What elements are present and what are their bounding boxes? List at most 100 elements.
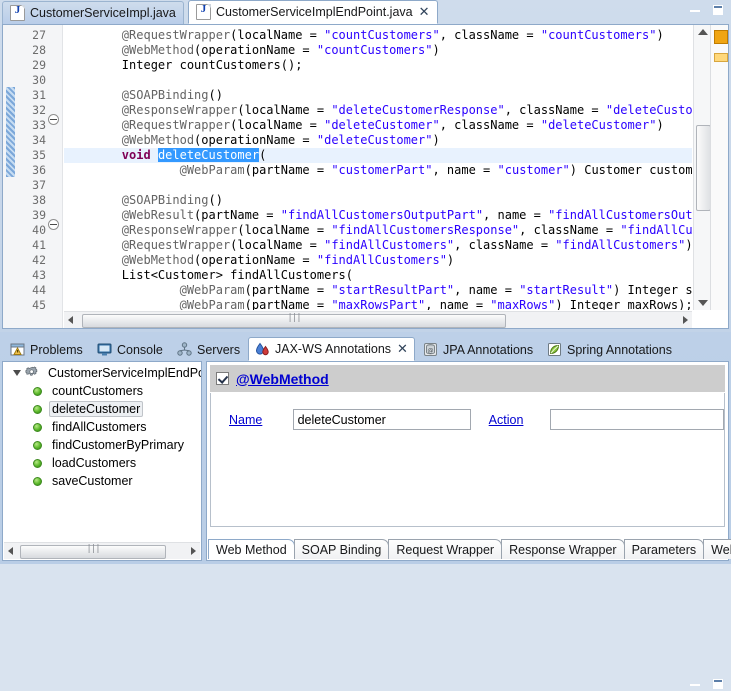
editor-tab-customerserviceimpl[interactable]: CustomerServiceImpl.java xyxy=(2,1,184,24)
close-icon[interactable]: ✕ xyxy=(419,6,430,19)
close-icon[interactable]: ✕ xyxy=(397,343,408,356)
line-number: 45 xyxy=(32,298,46,312)
form-row: Name Action xyxy=(211,409,724,430)
code-token: "startResult" xyxy=(519,283,614,297)
code-line: List<Customer> findAllCustomers( xyxy=(64,268,353,283)
scroll-right-icon[interactable] xyxy=(191,547,196,555)
overview-marker-warning[interactable] xyxy=(714,30,728,44)
code-token: Integer countCustomers(); xyxy=(64,58,303,72)
action-input[interactable] xyxy=(550,409,724,430)
line-number: 33 xyxy=(32,118,46,132)
name-input[interactable] xyxy=(292,409,471,430)
code-token: ) Integer maxRows); xyxy=(555,298,692,310)
code-line: @RequestWrapper(localName = "countCustom… xyxy=(64,28,664,43)
view-tab-label: JPA Annotations xyxy=(443,342,534,357)
editor-horizontal-scrollbar[interactable] xyxy=(64,311,692,328)
code-token: @SOAPBinding xyxy=(121,193,209,207)
expand-arrow-icon[interactable] xyxy=(13,370,21,376)
view-tab-servers[interactable]: Servers xyxy=(171,338,246,361)
view-part: Problems Console Servers JAX-WS Annotations… xyxy=(0,337,731,689)
code-token: "startResultPart" xyxy=(331,283,455,297)
annotations-tree[interactable]: CustomerServiceImplEndPo countCustomers de… xyxy=(3,364,201,540)
fold-collapse-icon[interactable] xyxy=(48,219,59,230)
scroll-down-icon[interactable] xyxy=(698,300,708,306)
editor-annotation-gutter[interactable] xyxy=(3,25,19,328)
section-header: @WebMethod xyxy=(210,365,725,392)
code-token: "deleteCustomer" xyxy=(324,118,440,132)
form-tab-parameters[interactable]: Parameters xyxy=(623,539,705,559)
scroll-up-icon[interactable] xyxy=(698,29,708,35)
tree-item-findallcustomers[interactable]: findAllCustomers xyxy=(3,418,201,436)
view-tab-problems[interactable]: Problems xyxy=(4,338,89,361)
code-token: @RequestWrapper xyxy=(121,238,231,252)
horizontal-scroll-thumb[interactable] xyxy=(82,313,506,328)
scroll-left-icon[interactable] xyxy=(68,316,73,324)
change-bar xyxy=(6,87,15,177)
annotation-form-tab-strip: Web Method SOAP Binding Request Wrapper Res… xyxy=(208,538,731,559)
view-tab-spring-annotations[interactable]: Spring Annotations xyxy=(541,338,678,361)
vertical-scroll-thumb[interactable] xyxy=(696,125,711,211)
annotations-tree-pane: CustomerServiceImplEndPo countCustomers de… xyxy=(2,361,202,561)
tree-item-countcustomers[interactable]: countCustomers xyxy=(3,382,201,400)
form-tab-web-method[interactable]: Web Method xyxy=(208,539,295,559)
tree-root-item[interactable]: CustomerServiceImplEndPo xyxy=(3,364,201,382)
tree-horizontal-scrollbar[interactable] xyxy=(4,542,200,559)
code-token: ) xyxy=(432,43,440,57)
minimize-icon[interactable] xyxy=(688,3,702,17)
code-token: "findAllCustomersOutput" xyxy=(548,208,692,222)
selected-text: deleteCustomer xyxy=(157,148,260,162)
action-field-label[interactable]: Action xyxy=(489,413,551,427)
tree-item-loadcustomers[interactable]: loadCustomers xyxy=(3,454,201,472)
maximize-icon[interactable] xyxy=(711,677,725,691)
code-token: "customerPart" xyxy=(331,163,433,177)
code-token: "deleteCustomerResponse" xyxy=(605,103,692,117)
horizontal-scroll-thumb[interactable] xyxy=(20,544,166,559)
form-tab-request-wrapper[interactable]: Request Wrapper xyxy=(388,539,503,559)
line-number: 43 xyxy=(32,268,46,282)
fold-collapse-icon[interactable] xyxy=(48,114,59,125)
minimize-icon[interactable] xyxy=(688,677,702,691)
editor-code-area[interactable]: @RequestWrapper(localName = "countCustom… xyxy=(64,25,692,310)
tree-item-findcustomerbyprimary[interactable]: findCustomerByPrimary xyxy=(3,436,201,454)
scroll-right-icon[interactable] xyxy=(683,316,688,324)
form-tab-label: SOAP Binding xyxy=(301,542,382,557)
code-token: @WebParam xyxy=(179,283,245,297)
code-token: ) Customer customer); xyxy=(569,163,692,177)
enable-annotation-checkbox[interactable] xyxy=(216,372,229,385)
code-token: void xyxy=(121,148,151,162)
editor-overview-ruler[interactable] xyxy=(710,25,728,310)
form-tab-soap-binding[interactable]: SOAP Binding xyxy=(293,539,390,559)
view-tab-console[interactable]: Console xyxy=(91,338,169,361)
code-line: @SOAPBinding() xyxy=(64,193,223,208)
form-tab-response-wrapper[interactable]: Response Wrapper xyxy=(501,539,625,559)
code-token: , className = xyxy=(439,118,541,132)
editor-vertical-scrollbar[interactable] xyxy=(693,25,711,310)
tree-item-deletecustomer[interactable]: deleteCustomer xyxy=(3,400,201,418)
tree-root-label: CustomerServiceImplEndPo xyxy=(48,366,201,380)
view-tab-label: Spring Annotations xyxy=(567,342,672,357)
editor-tab-customerserviceimplendpoint[interactable]: CustomerServiceImplEndPoint.java ✕ xyxy=(188,0,438,24)
code-line: @WebMethod(operationName = "findAllCusto… xyxy=(64,253,454,268)
code-token: (localName = xyxy=(230,118,325,132)
name-field-label[interactable]: Name xyxy=(229,413,293,427)
maximize-icon[interactable] xyxy=(711,3,725,17)
code-token: (operationName = xyxy=(194,43,317,57)
view-tab-jpa-annotations[interactable]: @ JPA Annotations xyxy=(417,338,539,361)
overview-marker-todo[interactable] xyxy=(714,53,728,62)
scroll-left-icon[interactable] xyxy=(8,547,13,555)
editor-tab-label: CustomerServiceImpl.java xyxy=(30,6,176,20)
code-token: "findAllCustomersResponse" xyxy=(331,223,520,237)
view-tab-bar: Problems Console Servers JAX-WS Annotations… xyxy=(0,337,731,361)
code-token: @ResponseWrapper xyxy=(121,103,238,117)
tree-item-savecustomer[interactable]: saveCustomer xyxy=(3,472,201,490)
line-number: 35 xyxy=(32,148,46,162)
tree-item-label: findAllCustomers xyxy=(52,420,147,434)
section-title-link[interactable]: @WebMethod xyxy=(236,371,329,387)
view-tab-jax-ws-annotations[interactable]: JAX-WS Annotations ✕ xyxy=(248,337,415,361)
form-tab-web-result[interactable]: Web Result xyxy=(703,539,731,559)
code-token: (localName = xyxy=(237,223,332,237)
line-number: 40 xyxy=(32,223,46,237)
